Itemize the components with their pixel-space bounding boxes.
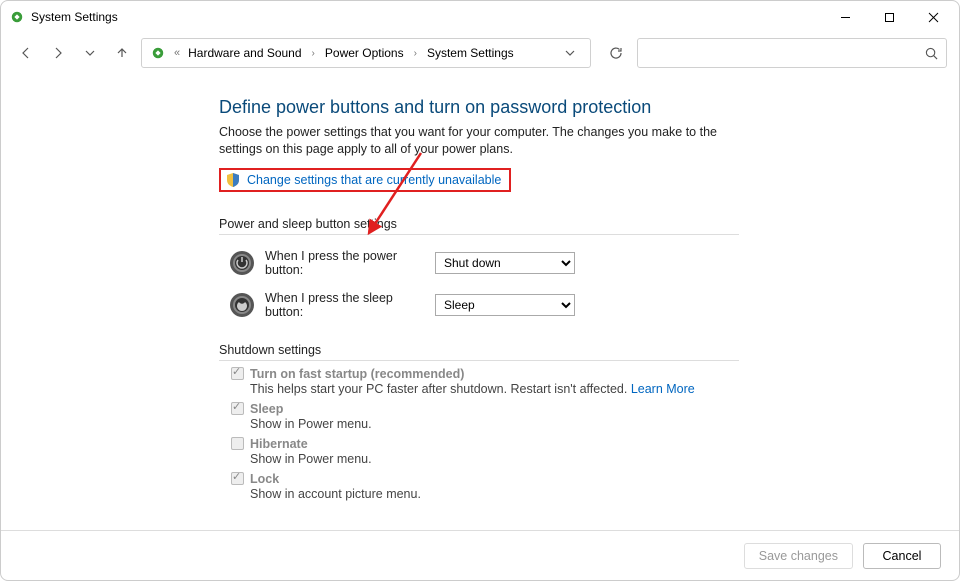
address-bar[interactable]: « Hardware and Sound › Power Options › S…: [141, 38, 591, 68]
maximize-button[interactable]: [867, 3, 911, 31]
lock-title: Lock: [250, 472, 279, 486]
power-button-row: When I press the power button: Shut down: [229, 249, 935, 277]
search-icon: [925, 47, 938, 60]
page-subtext: Choose the power settings that you want …: [219, 124, 739, 158]
power-button-select[interactable]: Shut down: [435, 252, 575, 274]
save-button: Save changes: [744, 543, 853, 569]
power-button-label: When I press the power button:: [265, 249, 425, 277]
forward-button[interactable]: [45, 40, 71, 66]
cancel-button[interactable]: Cancel: [863, 543, 941, 569]
location-icon: [150, 45, 166, 61]
refresh-button[interactable]: [601, 38, 631, 68]
breadcrumb-seg-power[interactable]: Power Options: [325, 46, 404, 60]
fast-startup-title: Turn on fast startup (recommended): [250, 367, 464, 381]
search-input[interactable]: [637, 38, 947, 68]
sleep-checkbox: [231, 402, 244, 415]
chevron-right-icon: ›: [308, 48, 319, 59]
content-area: Define power buttons and turn on passwor…: [1, 73, 959, 530]
power-section-title: Power and sleep button settings: [219, 217, 739, 235]
address-dropdown-button[interactable]: [558, 39, 582, 67]
close-button[interactable]: [911, 3, 955, 31]
chevron-right-icon: ›: [410, 48, 421, 59]
footer: Save changes Cancel: [1, 530, 959, 580]
recent-dropdown-button[interactable]: [77, 40, 103, 66]
shutdown-list: Turn on fast startup (recommended) This …: [231, 367, 935, 501]
shutdown-section-title: Shutdown settings: [219, 343, 739, 361]
fast-startup-desc: This helps start your PC faster after sh…: [250, 382, 935, 396]
titlebar: System Settings: [1, 1, 959, 33]
change-settings-highlight: Change settings that are currently unava…: [219, 168, 511, 192]
lock-checkbox: [231, 472, 244, 485]
sleep-title: Sleep: [250, 402, 283, 416]
up-button[interactable]: [109, 40, 135, 66]
change-settings-link[interactable]: Change settings that are currently unava…: [247, 173, 501, 187]
sleep-button-label: When I press the sleep button:: [265, 291, 425, 319]
power-icon: [229, 250, 255, 276]
breadcrumb-prefix: «: [172, 47, 182, 59]
breadcrumb-seg-hardware[interactable]: Hardware and Sound: [188, 46, 301, 60]
hibernate-desc: Show in Power menu.: [250, 452, 935, 466]
fast-startup-checkbox: [231, 367, 244, 380]
window: System Settings « Hardwar: [0, 0, 960, 581]
window-title: System Settings: [31, 10, 118, 24]
sleep-button-select[interactable]: Sleep: [435, 294, 575, 316]
shutdown-item-lock: Lock Show in account picture menu.: [231, 472, 935, 501]
back-button[interactable]: [13, 40, 39, 66]
sleep-desc: Show in Power menu.: [250, 417, 935, 431]
shutdown-item-fast-startup: Turn on fast startup (recommended) This …: [231, 367, 935, 396]
hibernate-checkbox: [231, 437, 244, 450]
hibernate-title: Hibernate: [250, 437, 308, 451]
lock-desc: Show in account picture menu.: [250, 487, 935, 501]
learn-more-link[interactable]: Learn More: [631, 382, 695, 396]
page-heading: Define power buttons and turn on passwor…: [219, 97, 935, 118]
shield-icon: [225, 172, 241, 188]
shutdown-item-hibernate: Hibernate Show in Power menu.: [231, 437, 935, 466]
app-icon: [9, 9, 25, 25]
sleep-icon: [229, 292, 255, 318]
sleep-button-row: When I press the sleep button: Sleep: [229, 291, 935, 319]
minimize-button[interactable]: [823, 3, 867, 31]
shutdown-item-sleep: Sleep Show in Power menu.: [231, 402, 935, 431]
nav-row: « Hardware and Sound › Power Options › S…: [1, 33, 959, 73]
breadcrumb-seg-system[interactable]: System Settings: [427, 46, 514, 60]
